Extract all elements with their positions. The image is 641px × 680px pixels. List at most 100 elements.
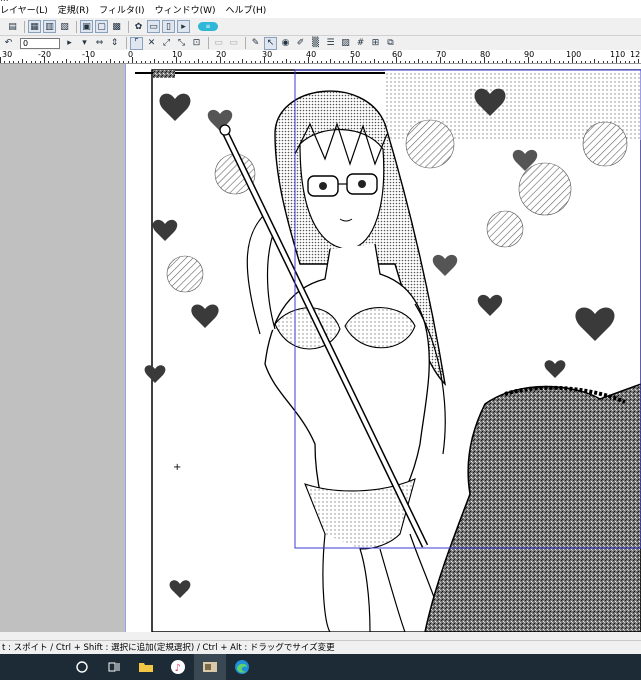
ruler-tick	[308, 57, 309, 63]
ruler-label: 70	[436, 50, 447, 59]
ruler-tick	[598, 61, 600, 63]
ruler-tick	[48, 61, 50, 63]
ruler-tick	[330, 59, 331, 63]
fit-icon[interactable]: ⊡	[190, 37, 203, 50]
ruler-tick	[171, 61, 173, 63]
ruler-tick	[378, 61, 380, 63]
fill-icon[interactable]: ◉	[279, 37, 292, 50]
menu-help[interactable]: ヘルプ(H)	[220, 4, 271, 18]
ruler-tick	[136, 61, 138, 63]
ruler-tick	[528, 57, 529, 63]
hatch-icon[interactable]: ▨	[339, 37, 352, 50]
ruler-tick	[61, 61, 63, 63]
pointer-icon[interactable]: ↖	[264, 36, 277, 50]
ruler-tick	[343, 61, 345, 63]
ruler-tick	[620, 61, 622, 63]
flip-vertical-icon[interactable]: ⇕	[108, 37, 121, 50]
ruler-tick	[290, 61, 292, 63]
edge-browser-icon[interactable]	[226, 654, 258, 680]
ruler-tick	[198, 59, 199, 63]
ruler-tick	[154, 59, 155, 63]
ruler-tick	[413, 61, 415, 63]
ruler-label: 60	[392, 50, 403, 59]
ruler-tick	[162, 61, 164, 63]
task-view-icon[interactable]	[98, 654, 130, 680]
ruler-tick	[272, 61, 274, 63]
menu-window[interactable]: ウィンドウ(W)	[150, 4, 221, 18]
manga-page-canvas[interactable]: +	[125, 64, 641, 632]
itunes-icon[interactable]: ♪	[162, 654, 194, 680]
ruler-tick	[506, 59, 507, 63]
brush-icon[interactable]: ✐	[294, 37, 307, 50]
search-icon[interactable]	[66, 654, 98, 680]
ruler-tick	[264, 57, 265, 63]
transform-icon[interactable]: ✕	[145, 37, 158, 50]
ruler-tick	[127, 61, 129, 63]
ruler-tick	[387, 61, 389, 63]
more-icon[interactable]: ⧉	[384, 37, 397, 50]
ruler-tick	[110, 59, 111, 63]
plugin-badge-icon[interactable]: ≡	[198, 22, 218, 31]
ruler-tick	[510, 61, 512, 63]
ruler-tick	[39, 61, 41, 63]
ruler-tick	[211, 61, 213, 63]
image-app-icon[interactable]	[194, 654, 226, 680]
grid-icon[interactable]: #	[354, 37, 367, 50]
status-bar: t : スポイト / Ctrl + Shift : 選択に追加(定規選択) / …	[0, 640, 641, 654]
menu-filter[interactable]: フィルタ(I)	[94, 4, 150, 18]
ruler-tick	[347, 61, 349, 63]
lines-icon[interactable]: ☰	[324, 37, 337, 50]
flip-horizontal-icon[interactable]: ⇔	[93, 37, 106, 50]
angle-input[interactable]	[20, 37, 60, 49]
ruler-tick	[523, 61, 525, 63]
ruler-tick	[435, 61, 437, 63]
ruler-tick	[92, 61, 94, 63]
menu-ruler[interactable]: 定規(R)	[53, 4, 94, 18]
ruler-tick	[334, 61, 336, 63]
material-icon[interactable]: ✿	[132, 20, 145, 33]
ruler-tick	[321, 61, 323, 63]
rotate-left-icon[interactable]: ↶	[2, 37, 15, 50]
tone-icon[interactable]: ▒	[309, 37, 322, 50]
play-icon[interactable]: ▸	[177, 20, 190, 33]
horizontal-ruler[interactable]: 30 -20 -10 0 10 20 30 40 50 60 70 80 90 …	[0, 50, 641, 64]
spread-view-icon[interactable]: ▥	[43, 20, 56, 33]
canvas-workspace[interactable]: +	[0, 64, 641, 632]
ruler-tick	[22, 59, 23, 63]
skew-icon[interactable]: ⤡	[175, 37, 188, 50]
frame-icon[interactable]: ▭	[147, 20, 160, 33]
ruler-tick	[532, 61, 534, 63]
ruler-tick	[422, 61, 424, 63]
file-explorer-icon[interactable]	[130, 654, 162, 680]
ruler-tick	[35, 61, 37, 63]
ruler-label: 20	[216, 50, 227, 59]
menu-layer[interactable]: レイヤー(L)	[0, 4, 53, 18]
ruler-tick	[563, 61, 565, 63]
layer-icon[interactable]: ▧	[58, 20, 71, 33]
toolbar-divider	[126, 37, 127, 49]
print-icon[interactable]: ▤	[6, 20, 19, 33]
play-right-icon[interactable]: ▸	[63, 37, 76, 50]
dropdown-icon[interactable]: ▾	[78, 37, 91, 50]
panel-icon[interactable]: ▣	[80, 20, 93, 33]
ruler-tick	[149, 61, 151, 63]
ruler-tick	[88, 57, 89, 63]
ruler-tick	[26, 61, 28, 63]
ruler-tick	[479, 61, 481, 63]
select-frame-icon[interactable]: ⌜	[130, 36, 143, 50]
ruler-tick	[176, 57, 177, 63]
window-icon[interactable]: ▢	[95, 20, 108, 33]
ruler-tick	[554, 61, 556, 63]
ruler-tick	[466, 61, 468, 63]
ruler-tick	[118, 61, 120, 63]
scale-icon[interactable]: ⤢	[160, 37, 173, 50]
preview-icon[interactable]: ▯	[162, 20, 175, 33]
ruler-label: 12	[630, 50, 641, 59]
pen-icon[interactable]: ✎	[249, 37, 262, 50]
ruler-tick	[484, 57, 485, 63]
palette-icon[interactable]: ▩	[110, 20, 123, 33]
ruler-tick	[501, 61, 503, 63]
grid-alt-icon[interactable]: ⊞	[369, 37, 382, 50]
page-view-icon[interactable]: ▦	[28, 20, 41, 33]
ruler-tick	[255, 61, 257, 63]
